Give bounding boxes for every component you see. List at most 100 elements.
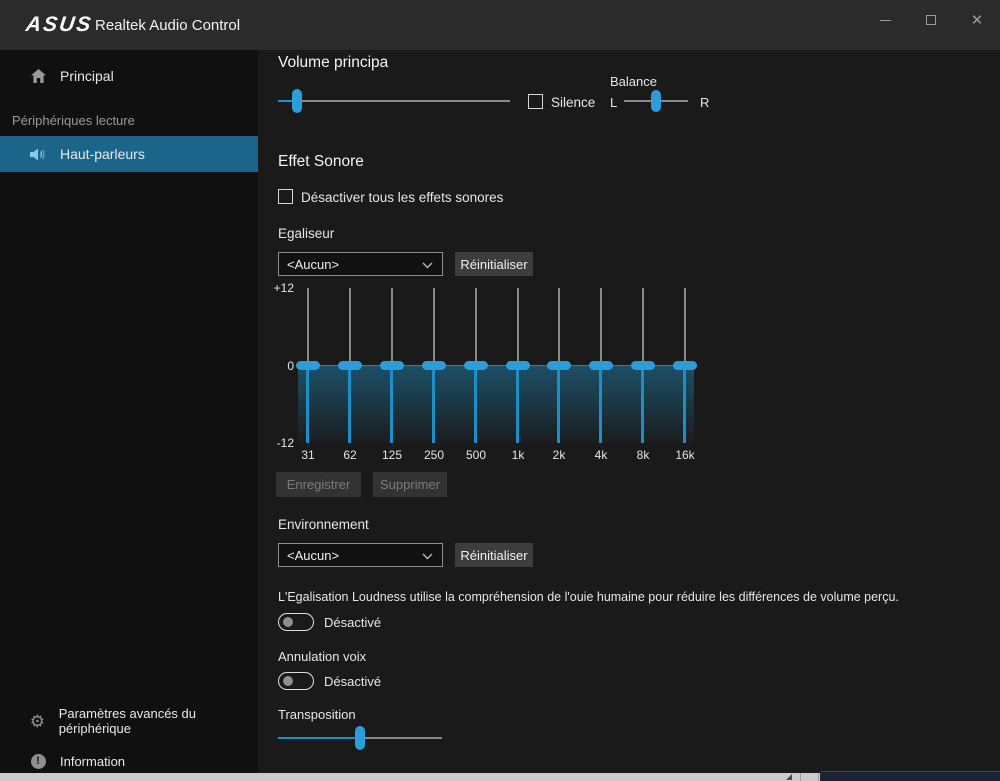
- scrollbar-divider: [800, 773, 801, 781]
- chevron-down-icon: [422, 553, 433, 560]
- eq-track-lower: [306, 369, 309, 444]
- loudness-description: L'Egalisation Loudness utilise la compré…: [278, 590, 899, 604]
- equalizer-label: Egaliseur: [278, 226, 334, 241]
- maximize-button[interactable]: [908, 0, 954, 40]
- eq-thumb[interactable]: [422, 361, 446, 370]
- eq-track-lower: [474, 369, 477, 444]
- eq-band-slider-62[interactable]: [338, 288, 362, 443]
- minimize-button[interactable]: [862, 0, 908, 40]
- window-controls: ✕: [862, 0, 1000, 40]
- eq-frequency-label: 125: [372, 448, 412, 462]
- loudness-toggle[interactable]: [278, 613, 314, 631]
- eq-thumb[interactable]: [631, 361, 655, 370]
- eq-save-button[interactable]: Enregistrer: [276, 472, 361, 497]
- eq-thumb[interactable]: [464, 361, 488, 370]
- eq-track-lower: [390, 369, 393, 444]
- eq-track-lower: [641, 369, 644, 444]
- volume-slider[interactable]: [278, 88, 510, 114]
- eq-band-slider-500[interactable]: [464, 288, 488, 443]
- balance-slider[interactable]: [624, 88, 688, 114]
- eq-frequency-label: 62: [330, 448, 370, 462]
- close-button[interactable]: ✕: [954, 0, 1000, 40]
- eq-thumb[interactable]: [506, 361, 530, 370]
- home-icon: [28, 68, 48, 84]
- sidebar-item-speakers[interactable]: Haut-parleurs: [0, 136, 258, 172]
- sidebar-item-label: Information: [60, 754, 125, 769]
- eq-frequency-label: 31: [288, 448, 328, 462]
- eq-track-upper: [475, 288, 477, 363]
- equalizer-preset-dropdown[interactable]: <Aucun>: [278, 252, 443, 276]
- equalizer-preset-value: <Aucun>: [287, 257, 339, 272]
- eq-delete-button[interactable]: Supprimer: [373, 472, 447, 497]
- eq-track-upper: [558, 288, 560, 363]
- balance-right-label: R: [700, 95, 709, 110]
- environment-label: Environnement: [278, 517, 369, 532]
- silence-label: Silence: [551, 95, 595, 110]
- eq-frequency-label: 16k: [665, 448, 705, 462]
- horizontal-scrollbar[interactable]: [0, 773, 820, 781]
- silence-checkbox[interactable]: [528, 94, 543, 109]
- transposition-label: Transposition: [278, 707, 356, 722]
- sidebar-item-advanced-settings[interactable]: ⚙ Paramètres avancés du périphérique: [0, 703, 258, 739]
- window-corner: [820, 771, 1000, 781]
- sidebar-item-label: Principal: [60, 68, 114, 84]
- scrollbar-divider: [818, 773, 819, 781]
- balance-slider-thumb[interactable]: [651, 90, 661, 112]
- eq-band-slider-125[interactable]: [380, 288, 404, 443]
- info-icon: !: [28, 754, 48, 769]
- eq-track-lower: [348, 369, 351, 444]
- balance-label: Balance: [610, 74, 657, 89]
- sidebar-item-principal[interactable]: Principal: [0, 58, 258, 94]
- eq-band-slider-250[interactable]: [422, 288, 446, 443]
- minimize-icon: [880, 20, 891, 21]
- chevron-down-icon: [422, 262, 433, 269]
- eq-thumb[interactable]: [296, 361, 320, 370]
- main-content: Volume principa Silence Balance L R Effe…: [258, 50, 1000, 773]
- eq-band-slider-16k[interactable]: [673, 288, 697, 443]
- gear-icon: ⚙: [28, 713, 47, 730]
- eq-band-slider-4k[interactable]: [589, 288, 613, 443]
- asus-logo: ASUS: [24, 13, 94, 37]
- equalizer-reset-button[interactable]: Réinitialiser: [455, 252, 533, 276]
- eq-track-upper: [391, 288, 393, 363]
- eq-frequency-label: 500: [456, 448, 496, 462]
- toggle-knob: [283, 617, 293, 627]
- eq-thumb[interactable]: [673, 361, 697, 370]
- environment-preset-dropdown[interactable]: <Aucun>: [278, 543, 443, 567]
- app-title: Realtek Audio Control: [95, 17, 240, 34]
- eq-track-lower: [599, 369, 602, 444]
- disable-all-effects-checkbox[interactable]: [278, 189, 293, 204]
- eq-band-slider-2k[interactable]: [547, 288, 571, 443]
- voice-cancellation-toggle[interactable]: [278, 672, 314, 690]
- eq-band-slider-31[interactable]: [296, 288, 320, 443]
- volume-heading: Volume principa: [278, 54, 388, 72]
- eq-track-upper: [349, 288, 351, 363]
- volume-slider-thumb[interactable]: [292, 89, 302, 113]
- eq-frequency-label: 4k: [581, 448, 621, 462]
- speaker-icon: [28, 147, 48, 162]
- title-bar: ASUS Realtek Audio Control ✕: [0, 0, 1000, 50]
- voice-cancellation-state-label: Désactivé: [324, 674, 381, 689]
- transposition-slider[interactable]: [278, 725, 442, 751]
- eq-track-upper: [517, 288, 519, 363]
- eq-thumb[interactable]: [589, 361, 613, 370]
- maximize-icon: [926, 15, 936, 25]
- sidebar-section-playback-devices: Périphériques lecture: [12, 113, 135, 128]
- eq-frequency-label: 8k: [623, 448, 663, 462]
- eq-band-slider-1k[interactable]: [506, 288, 530, 443]
- transposition-slider-thumb[interactable]: [355, 726, 365, 750]
- eq-track-upper: [600, 288, 602, 363]
- eq-track-lower: [557, 369, 560, 444]
- slider-fill: [278, 737, 360, 739]
- eq-track-upper: [307, 288, 309, 363]
- eq-thumb[interactable]: [547, 361, 571, 370]
- eq-thumb[interactable]: [338, 361, 362, 370]
- app-window: ASUS Realtek Audio Control ✕ Principal P…: [0, 0, 1000, 781]
- eq-band-slider-8k[interactable]: [631, 288, 655, 443]
- disable-all-effects-label: Désactiver tous les effets sonores: [301, 190, 503, 205]
- eq-thumb[interactable]: [380, 361, 404, 370]
- environment-reset-button[interactable]: Réinitialiser: [455, 543, 533, 567]
- eq-track-upper: [433, 288, 435, 363]
- equalizer-bands: [258, 288, 718, 443]
- sound-effects-heading: Effet Sonore: [278, 153, 364, 171]
